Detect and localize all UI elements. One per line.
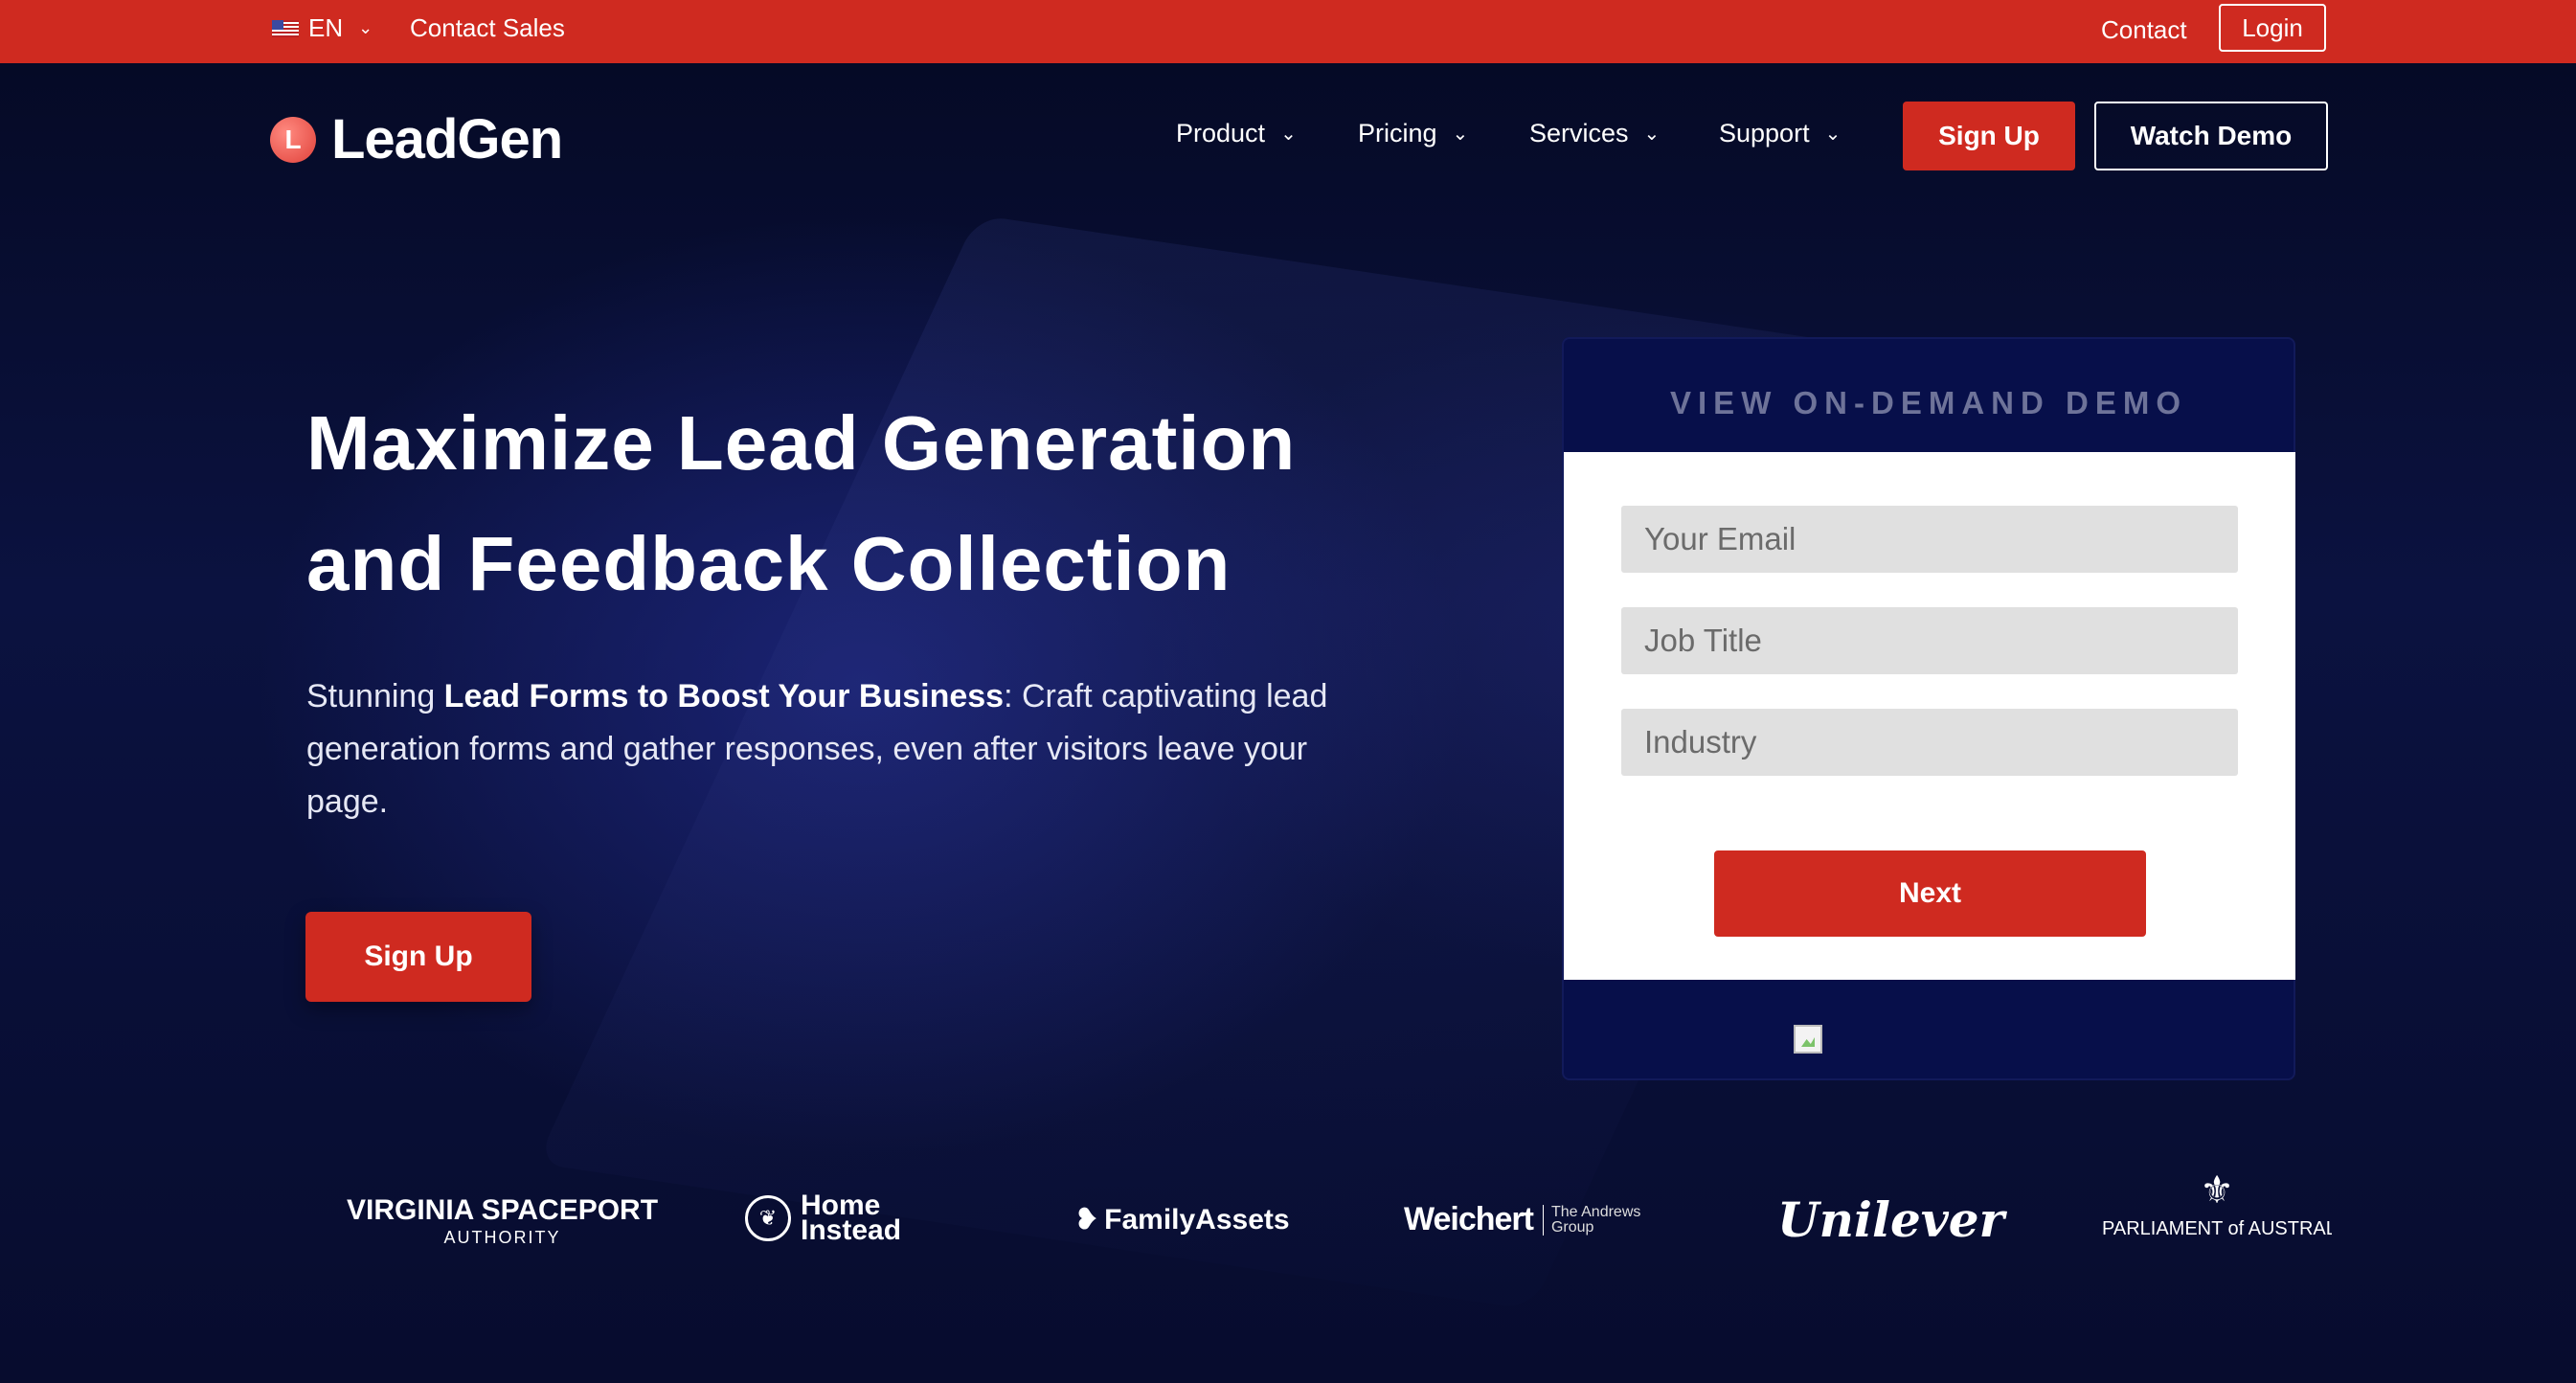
unilever-logo: Unilever (1777, 1191, 2004, 1248)
chevron-down-icon: ⌄ (1824, 124, 1842, 145)
login-button[interactable]: Login (2219, 4, 2326, 52)
top-bar: EN ⌄ Contact Sales Contact Login (0, 0, 2576, 63)
weichert-text: Weichert (1404, 1201, 1534, 1237)
us-flag-icon (272, 19, 299, 37)
email-field[interactable] (1621, 506, 2238, 573)
job-title-field[interactable] (1621, 607, 2238, 674)
chevron-down-icon: ⌄ (1643, 124, 1661, 145)
language-selector[interactable]: EN ⌄ (272, 13, 373, 43)
client-logos: VIRGINIA SPACEPORT AUTHORITY ❦ Home Inst… (0, 1168, 2576, 1283)
weichert-logo: Weichert The Andrews Group (1404, 1201, 1640, 1238)
hero-headline: Maximize Lead Generation and Feedback Co… (306, 383, 1408, 624)
vsa-main: VIRGINIA SPACEPORT (347, 1194, 659, 1226)
nav-label: Support (1719, 119, 1810, 147)
chevron-down-icon: ⌄ (1452, 124, 1469, 145)
nav-item-pricing[interactable]: Pricing ⌄ (1358, 119, 1468, 148)
home-instead-icon: ❦ (745, 1195, 791, 1241)
headline-line-2: and Feedback Collection (306, 521, 1232, 606)
family-assets-icon: ❥ (1074, 1204, 1099, 1236)
watch-demo-button[interactable]: Watch Demo (2094, 102, 2328, 170)
demo-card-title: VIEW ON-DEMAND DEMO (1670, 385, 2187, 420)
chevron-down-icon: ⌄ (1280, 124, 1297, 145)
family-assets-logo: ❥ FamilyAssets (1074, 1203, 1290, 1236)
chevron-down-icon: ⌄ (358, 18, 373, 37)
nav-item-services[interactable]: Services ⌄ (1529, 119, 1660, 148)
nav-item-support[interactable]: Support ⌄ (1719, 119, 1841, 148)
parliament-text: PARLIAMENT of AUSTRALIA (2102, 1218, 2332, 1239)
weichert-sub: The Andrews Group (1542, 1203, 1641, 1236)
language-label: EN (308, 13, 344, 42)
nav-label: Pricing (1358, 119, 1437, 147)
vsa-sub: AUTHORITY (443, 1228, 561, 1247)
headline-line-1: Maximize Lead Generation (306, 400, 1297, 486)
home-instead-logo: ❦ Home Instead (745, 1191, 902, 1246)
hero-subtitle: Stunning Lead Forms to Boost Your Busine… (306, 670, 1341, 828)
home-line-2: Instead (801, 1214, 902, 1246)
home-instead-text: Home Instead (801, 1191, 902, 1246)
brand-name: LeadGen (331, 108, 563, 170)
virginia-spaceport-logo: VIRGINIA SPACEPORT AUTHORITY (347, 1194, 659, 1251)
nav-label: Product (1176, 119, 1266, 147)
brand-logo[interactable]: L LeadGen (270, 107, 563, 171)
sign-up-button[interactable]: Sign Up (1903, 102, 2075, 170)
weichert-sub-1: The Andrews (1550, 1203, 1641, 1220)
family-assets-text: FamilyAssets (1104, 1203, 1290, 1236)
coat-of-arms-icon: ⚜ (2200, 1169, 2234, 1212)
nav-label: Services (1529, 119, 1629, 147)
parliament-australia-logo: ⚜ PARLIAMENT of AUSTRALIA (2102, 1168, 2332, 1240)
contact-link[interactable]: Contact (2101, 15, 2187, 45)
sub-bold: Lead Forms to Boost Your Business (443, 678, 1005, 714)
broken-image-icon (1794, 1025, 1822, 1054)
demo-card: VIEW ON-DEMAND DEMO Next (1562, 337, 2295, 1080)
weichert-sub-2: Group (1550, 1218, 1594, 1236)
demo-form: Next (1564, 452, 2295, 980)
sub-prefix: Stunning (306, 678, 444, 714)
industry-field[interactable] (1621, 709, 2238, 776)
nav-item-product[interactable]: Product ⌄ (1176, 119, 1297, 148)
hero-sign-up-button[interactable]: Sign Up (305, 912, 531, 1002)
contact-sales-link[interactable]: Contact Sales (410, 13, 565, 43)
logo-icon: L (270, 116, 316, 163)
next-button[interactable]: Next (1714, 850, 2146, 937)
